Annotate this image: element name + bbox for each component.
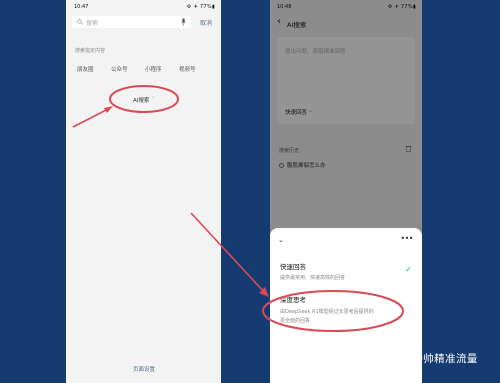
wechat-search-screen: 10:47 ⚙ ✈ 77%▮ 搜索 取消 搜索指定内容 朋友圈 公众号 小程序 … xyxy=(66,0,221,383)
search-input[interactable]: 搜索 xyxy=(72,16,191,28)
option-description-line2: 更全面的回答 xyxy=(280,318,311,324)
ai-search-entry[interactable]: AI搜索 xyxy=(133,96,149,104)
category-moments[interactable]: 朋友圈 xyxy=(77,65,94,73)
chevron-right-icon: › xyxy=(152,95,154,101)
watermark-text: 公众号 · 知乎 @杨帅精准流量 xyxy=(332,353,478,365)
status-time: 10:47 xyxy=(74,4,89,10)
watermark: 公众号 · 知乎 @杨帅精准流量 xyxy=(316,351,478,366)
microphone-icon[interactable] xyxy=(181,18,186,26)
checkmark-icon: ✓ xyxy=(405,265,412,274)
category-mini-programs[interactable]: 小程序 xyxy=(145,65,162,73)
option-description: 提供最常用、快速高效的回答 xyxy=(280,275,346,281)
collapse-chevron-icon[interactable]: ⌄ xyxy=(278,236,284,244)
category-channels[interactable]: 视频号 xyxy=(179,65,196,73)
more-options-icon[interactable]: ••• xyxy=(400,234,413,243)
cancel-button[interactable]: 取消 xyxy=(200,18,212,27)
search-placeholder: 搜索 xyxy=(86,20,99,27)
search-scope-label: 搜索指定内容 xyxy=(75,48,106,54)
category-official-accounts[interactable]: 公众号 xyxy=(111,65,128,73)
arrow-to-deep-thinking-head xyxy=(259,287,269,297)
wechat-logo-icon xyxy=(316,352,330,363)
option-description: 由DeepSeek R1模型经过长思考后提供的 xyxy=(280,309,374,315)
option-title: 快速回答 xyxy=(280,263,306,271)
status-bar: 10:47 ⚙ ✈ 77%▮ xyxy=(66,0,221,14)
page-settings-link[interactable]: 页面设置 xyxy=(133,365,155,373)
option-title: 深度思考 xyxy=(280,296,306,304)
search-icon xyxy=(77,19,83,25)
ai-search-screen: 10:48 ⚙ ✈ 77%▮ ‹ AI搜索 提出问题，获取精准回答 快速回答 ⌄… xyxy=(270,0,422,383)
status-icons: ⚙ ✈ 77%▮ xyxy=(186,4,215,10)
